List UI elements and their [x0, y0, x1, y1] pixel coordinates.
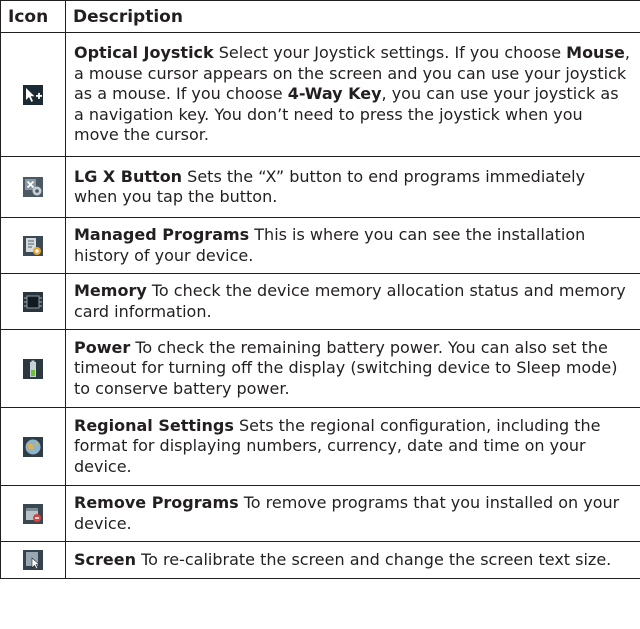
row-title: Optical Joystick [74, 43, 214, 63]
table-row: Remove Programs To remove programs that … [0, 485, 640, 542]
row-description: Regional Settings Sets the regional conf… [65, 407, 640, 486]
row-title: LG X Button [74, 166, 183, 186]
row-title: Managed Programs [74, 225, 250, 244]
header-description: Description [65, 0, 640, 33]
table-row: Power To check the remaining battery pow… [0, 329, 640, 408]
row-description: LG X Button Sets the “X” button to end p… [65, 156, 640, 218]
row-description: Optical Joystick Select your Joystick se… [65, 32, 640, 157]
row-title: Regional Settings [74, 415, 234, 435]
managed-programs-icon [23, 235, 43, 256]
pointer-plus-icon [23, 84, 43, 105]
row-title: Remove Programs [74, 493, 239, 512]
globe-icon [23, 436, 43, 457]
screen-calibrate-icon [23, 550, 43, 571]
table-row: Regional Settings Sets the regional conf… [0, 407, 640, 486]
row-description: Remove Programs To remove programs that … [65, 485, 640, 542]
row-title: Memory [74, 281, 147, 300]
settings-table: Icon Description Optical Joystick Select… [0, 0, 640, 579]
row-description: Managed Programs This is where you can s… [65, 217, 640, 274]
table-row: Memory To check the device memory alloca… [0, 273, 640, 330]
battery-power-icon [23, 358, 43, 379]
table-row: Screen To re-calibrate the screen and ch… [0, 541, 640, 579]
remove-programs-icon [23, 503, 43, 524]
row-description: Memory To check the device memory alloca… [65, 273, 640, 330]
header-icon: Icon [0, 0, 66, 33]
table-row: LG X Button Sets the “X” button to end p… [0, 156, 640, 218]
memory-chip-icon [23, 291, 43, 312]
row-description: Screen To re-calibrate the screen and ch… [65, 541, 640, 579]
x-button-gear-icon [23, 177, 43, 198]
option-mouse: Mouse [566, 43, 625, 63]
table-header-row: Icon Description [0, 0, 640, 33]
option-4-way-key: 4-Way Key [287, 84, 382, 104]
row-description: Power To check the remaining battery pow… [65, 329, 640, 408]
row-title: Screen [74, 549, 136, 569]
table-row: Managed Programs This is where you can s… [0, 217, 640, 274]
row-title: Power [74, 337, 131, 357]
table-row: Optical Joystick Select your Joystick se… [0, 32, 640, 157]
